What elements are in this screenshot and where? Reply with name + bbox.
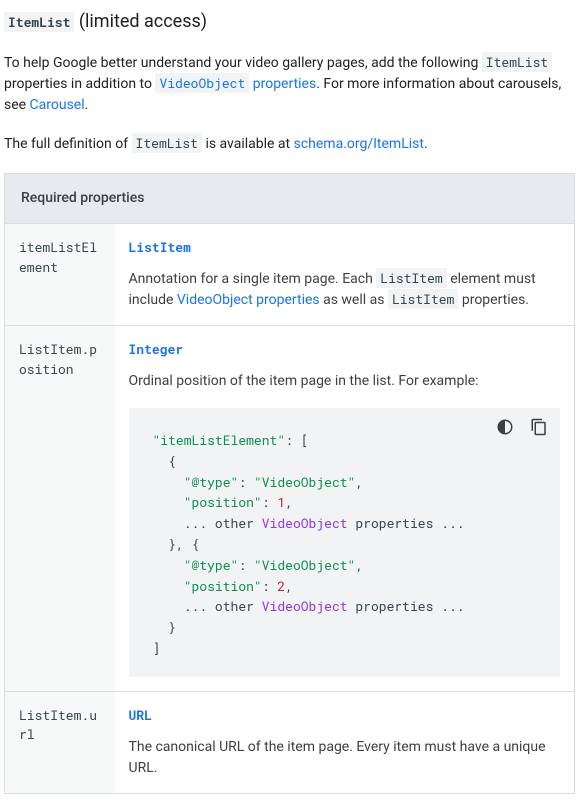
carousel-link[interactable]: Carousel: [30, 97, 85, 113]
property-name: itemListElement: [5, 224, 115, 326]
code-block: "itemListElement": [ { "@type": "VideoOb…: [129, 408, 561, 677]
type-link[interactable]: URL: [129, 706, 152, 724]
property-name: ListItem.position: [5, 326, 115, 692]
videoobject-props-link[interactable]: VideoObject properties: [177, 292, 320, 308]
intro-p2: The full definition of ItemList is avail…: [4, 134, 575, 155]
title-code: ItemList: [4, 12, 74, 32]
type-link[interactable]: Integer: [129, 340, 184, 358]
property-desc: ListItem Annotation for a single item pa…: [115, 224, 575, 326]
table-row: itemListElement ListItem Annotation for …: [5, 224, 575, 326]
type-link[interactable]: ListItem: [129, 238, 191, 256]
property-desc: Integer Ordinal position of the item pag…: [115, 326, 575, 692]
table-row: ListItem.url URL The canonical URL of th…: [5, 691, 575, 793]
page-title: ItemList (limited access): [4, 8, 575, 35]
properties-table: Required properties itemListElement List…: [4, 173, 575, 794]
theme-toggle-icon[interactable]: [492, 414, 518, 440]
table-row: ListItem.position Integer Ordinal positi…: [5, 326, 575, 692]
inline-code: ListItem: [376, 268, 446, 288]
property-desc: URL The canonical URL of the item page. …: [115, 691, 575, 793]
inline-code: ItemList: [132, 133, 202, 153]
property-name: ListItem.url: [5, 691, 115, 793]
videoobject-properties-link[interactable]: VideoObject properties: [155, 76, 316, 92]
schema-org-link[interactable]: schema.org/ItemList: [294, 136, 424, 152]
copy-icon[interactable]: [526, 414, 552, 440]
inline-code: ListItem: [388, 289, 458, 309]
intro-p1: To help Google better understand your vi…: [4, 53, 575, 116]
inline-code: ItemList: [482, 52, 552, 72]
table-header: Required properties: [5, 174, 575, 224]
